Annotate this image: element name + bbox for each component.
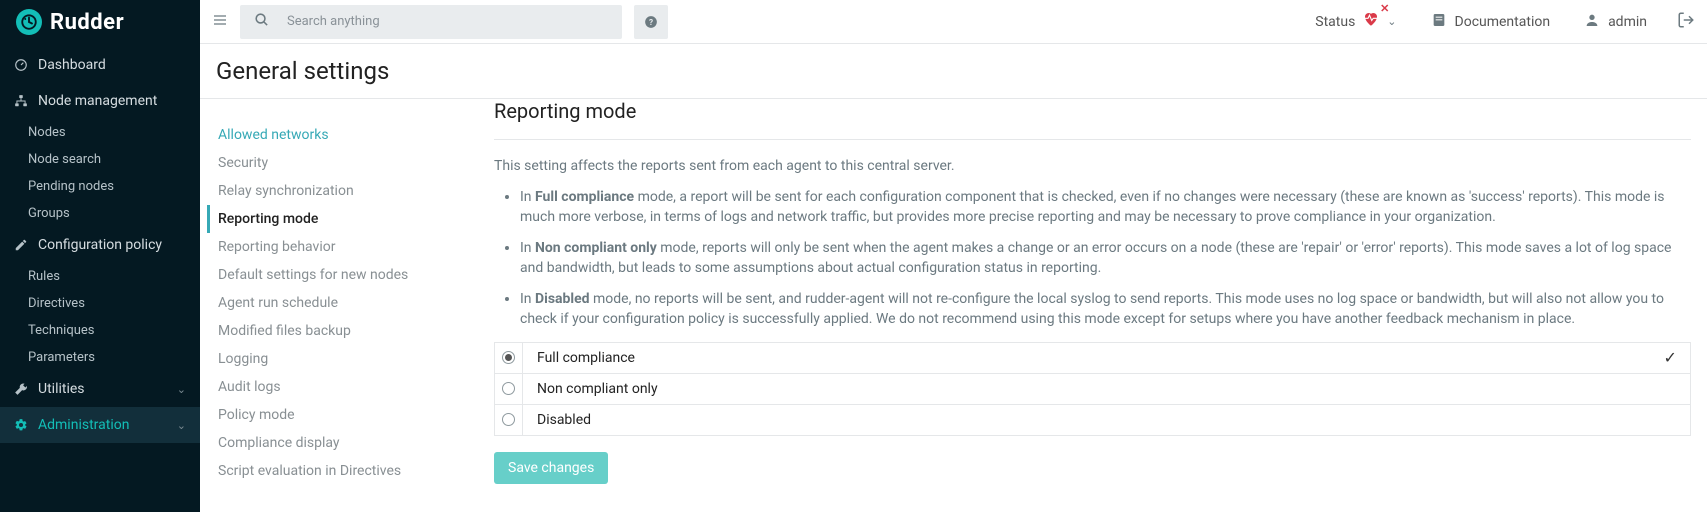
sidebar-sub-groups[interactable]: Groups <box>0 200 200 227</box>
subnav-item[interactable]: Modified files backup <box>218 317 480 345</box>
status-label: Status <box>1315 14 1355 30</box>
sidebar-sub-node-search[interactable]: Node search <box>0 146 200 173</box>
subnav-item[interactable]: Reporting mode <box>207 205 480 233</box>
chevron-down-icon: ⌄ <box>177 419 186 432</box>
subnav-item[interactable]: Audit logs <box>218 373 480 401</box>
radio-cell[interactable] <box>495 404 523 435</box>
radio-cell[interactable] <box>495 342 523 373</box>
option-label: Non compliant only <box>523 373 1651 404</box>
list-item: In Full compliance mode, a report will b… <box>520 188 1691 227</box>
page-header: General settings <box>200 44 1707 99</box>
sidebar-label: Utilities <box>38 381 85 397</box>
sidebar-label: Dashboard <box>38 57 106 73</box>
option-row[interactable]: Full compliance✓ <box>495 342 1691 373</box>
brand-row: Rudder <box>0 0 200 47</box>
heartbeat-icon: ✕ <box>1361 10 1381 33</box>
sidebar-sub-nodes[interactable]: Nodes <box>0 119 200 146</box>
option-label: Disabled <box>523 404 1651 435</box>
subnav-item[interactable]: Reporting behavior <box>218 233 480 261</box>
dashboard-icon <box>14 58 28 72</box>
subnav-item[interactable]: Allowed networks <box>218 121 480 149</box>
mode-description-list: In Full compliance mode, a report will b… <box>494 188 1691 330</box>
sidebar-sub-parameters[interactable]: Parameters <box>0 344 200 371</box>
subnav-item[interactable]: Script evaluation in Directives <box>218 457 480 485</box>
sidebar-item-utilities[interactable]: Utilities ⌄ <box>0 371 200 407</box>
subnav-item[interactable]: Policy mode <box>218 401 480 429</box>
book-icon <box>1431 12 1447 32</box>
subnav-item[interactable]: Relay synchronization <box>218 177 480 205</box>
sidebar-item-dashboard[interactable]: Dashboard <box>0 47 200 83</box>
subnav-item[interactable]: Default settings for new nodes <box>218 261 480 289</box>
sidebar-sub-techniques[interactable]: Techniques <box>0 317 200 344</box>
status-indicator[interactable]: Status ✕ ⌄ <box>1315 10 1396 33</box>
intro-text: This setting affects the reports sent fr… <box>494 158 1691 174</box>
save-button[interactable]: Save changes <box>494 452 608 484</box>
brand-logo-icon <box>16 9 42 35</box>
sidebar-sub-pending-nodes[interactable]: Pending nodes <box>0 173 200 200</box>
documentation-label: Documentation <box>1455 14 1551 30</box>
divider <box>494 139 1691 140</box>
list-item: In Disabled mode, no reports will be sen… <box>520 290 1691 329</box>
sidebar-label: Node management <box>38 93 157 109</box>
option-row[interactable]: Disabled <box>495 404 1691 435</box>
status-error-icon: ✕ <box>1380 2 1389 15</box>
list-item: In Non compliant only mode, reports will… <box>520 239 1691 278</box>
user-name: admin <box>1608 14 1647 30</box>
settings-subnav: Allowed networksSecurityRelay synchroniz… <box>200 99 480 512</box>
svg-text:?: ? <box>649 16 653 26</box>
selected-check <box>1651 373 1691 404</box>
sidebar-item-node-management[interactable]: Node management <box>0 83 200 119</box>
logout-icon[interactable] <box>1677 11 1695 33</box>
wrench-icon <box>14 382 28 396</box>
selected-check: ✓ <box>1651 342 1691 373</box>
section-heading: Reporting mode <box>494 99 1691 123</box>
sidebar-item-config-policy[interactable]: Configuration policy <box>0 227 200 263</box>
gear-icon <box>14 418 28 432</box>
reporting-mode-options: Full compliance✓Non compliant onlyDisabl… <box>494 342 1691 436</box>
subnav-item[interactable]: Compliance display <box>218 429 480 457</box>
radio-icon[interactable] <box>502 413 515 426</box>
option-label: Full compliance <box>523 342 1651 373</box>
sidebar-label: Administration <box>38 417 129 433</box>
sidebar-sub-rules[interactable]: Rules <box>0 263 200 290</box>
page-title: General settings <box>216 57 389 85</box>
sidebar: Rudder Dashboard Node management Nodes N… <box>0 0 200 512</box>
help-button[interactable]: ? <box>634 5 668 39</box>
sitemap-icon <box>14 94 28 108</box>
topbar: ? Status ✕ ⌄ Documentation admin <box>200 0 1707 44</box>
user-menu[interactable]: admin <box>1584 12 1647 32</box>
sidebar-sub-directives[interactable]: Directives <box>0 290 200 317</box>
menu-toggle-icon[interactable] <box>212 12 228 32</box>
user-icon <box>1584 12 1600 32</box>
search-input[interactable] <box>287 14 608 29</box>
chevron-down-icon: ⌄ <box>1387 15 1396 28</box>
subnav-item[interactable]: Security <box>218 149 480 177</box>
sidebar-label: Configuration policy <box>38 237 162 253</box>
main-content: Reporting mode This setting affects the … <box>494 99 1691 512</box>
selected-check <box>1651 404 1691 435</box>
subnav-item[interactable]: Agent run schedule <box>218 289 480 317</box>
search-icon <box>254 12 269 31</box>
documentation-link[interactable]: Documentation <box>1431 12 1551 32</box>
search-box <box>240 5 622 39</box>
radio-icon[interactable] <box>502 351 515 364</box>
pencil-icon <box>14 238 28 252</box>
radio-cell[interactable] <box>495 373 523 404</box>
subnav-item[interactable]: Logging <box>218 345 480 373</box>
radio-icon[interactable] <box>502 382 515 395</box>
brand-name: Rudder <box>50 10 124 35</box>
chevron-down-icon: ⌄ <box>177 383 186 396</box>
sidebar-item-administration[interactable]: Administration ⌄ <box>0 407 200 443</box>
option-row[interactable]: Non compliant only <box>495 373 1691 404</box>
